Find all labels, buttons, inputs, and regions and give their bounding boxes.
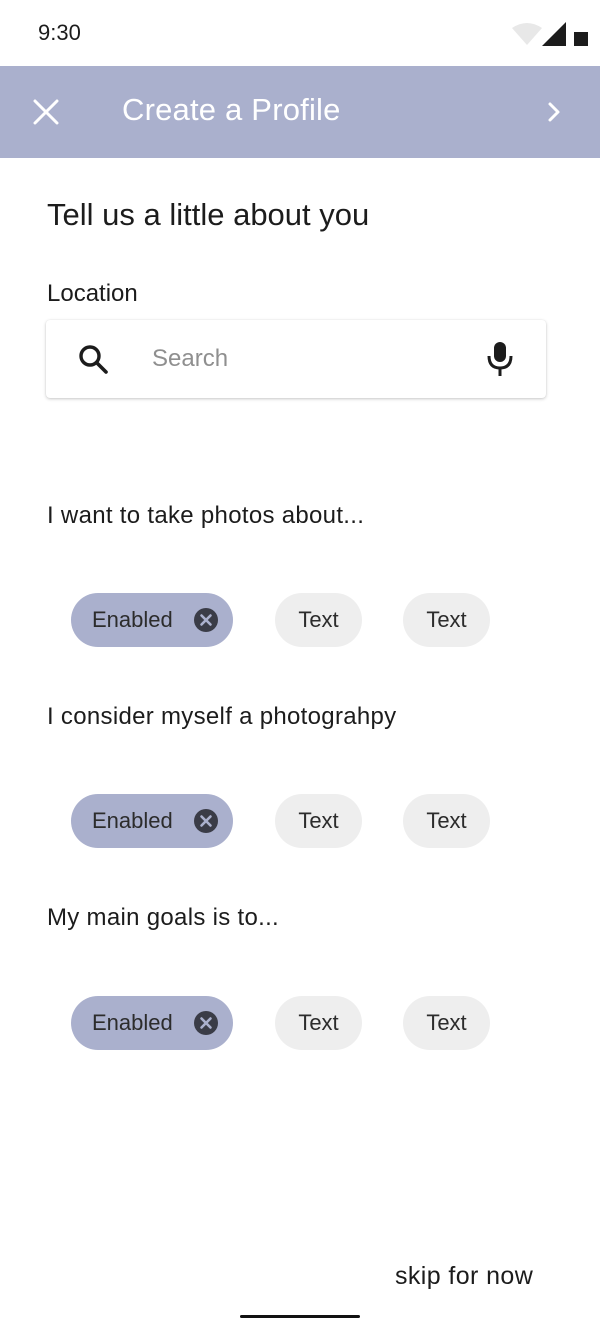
page-title: Create a Profile: [122, 92, 341, 127]
chip-remove-icon[interactable]: [194, 1011, 218, 1035]
home-indicator[interactable]: [240, 1315, 360, 1318]
question-photographer-level: I consider myself a photograhpy: [47, 703, 397, 730]
status-time: 9:30: [38, 20, 81, 45]
chip-label: Text: [298, 808, 339, 833]
status-bar: 9:30: [0, 0, 600, 66]
chip-enabled[interactable]: Enabled: [71, 794, 233, 848]
wifi-icon: [512, 23, 542, 45]
chip-label: Enabled: [92, 808, 173, 833]
chip-label: Text: [298, 607, 339, 632]
search-icon[interactable]: [76, 342, 110, 376]
chip-remove-icon[interactable]: [194, 608, 218, 632]
microphone-icon[interactable]: [484, 340, 516, 378]
chip-group-main-goals: Enabled Text Text: [71, 996, 551, 1050]
chip-group-photo-topics: Enabled Text Text: [71, 593, 551, 647]
chip-label: Text: [426, 1010, 467, 1035]
chip-label: Enabled: [92, 1010, 173, 1035]
chip-label: Text: [426, 808, 467, 833]
next-button[interactable]: [536, 90, 572, 134]
chevron-right-icon: [548, 102, 560, 122]
chip-group-photographer-level: Enabled Text Text: [71, 794, 551, 848]
question-photo-topics: I want to take photos about...: [47, 502, 365, 529]
battery-icon: [574, 32, 588, 46]
location-search-bar: [46, 320, 546, 398]
chip-option[interactable]: Text: [403, 593, 490, 647]
close-button[interactable]: [26, 90, 66, 134]
section-heading: Tell us a little about you: [47, 197, 370, 232]
chip-enabled[interactable]: Enabled: [71, 996, 233, 1050]
chip-remove-icon[interactable]: [194, 809, 218, 833]
cellular-signal-icon: [542, 22, 566, 46]
app-bar: Create a Profile: [0, 66, 600, 158]
chip-option[interactable]: Text: [275, 794, 362, 848]
chip-option[interactable]: Text: [403, 996, 490, 1050]
close-icon: [33, 99, 59, 125]
chip-label: Text: [298, 1010, 339, 1035]
chip-label: Text: [426, 607, 467, 632]
location-search-input[interactable]: [152, 338, 452, 380]
skip-for-now-link[interactable]: skip for now: [395, 1262, 533, 1291]
location-label: Location: [47, 280, 138, 307]
chip-option[interactable]: Text: [275, 996, 362, 1050]
chip-enabled[interactable]: Enabled: [71, 593, 233, 647]
status-icons: [510, 20, 590, 48]
chip-option[interactable]: Text: [403, 794, 490, 848]
chip-label: Enabled: [92, 607, 173, 632]
chip-option[interactable]: Text: [275, 593, 362, 647]
question-main-goals: My main goals is to...: [47, 904, 280, 931]
